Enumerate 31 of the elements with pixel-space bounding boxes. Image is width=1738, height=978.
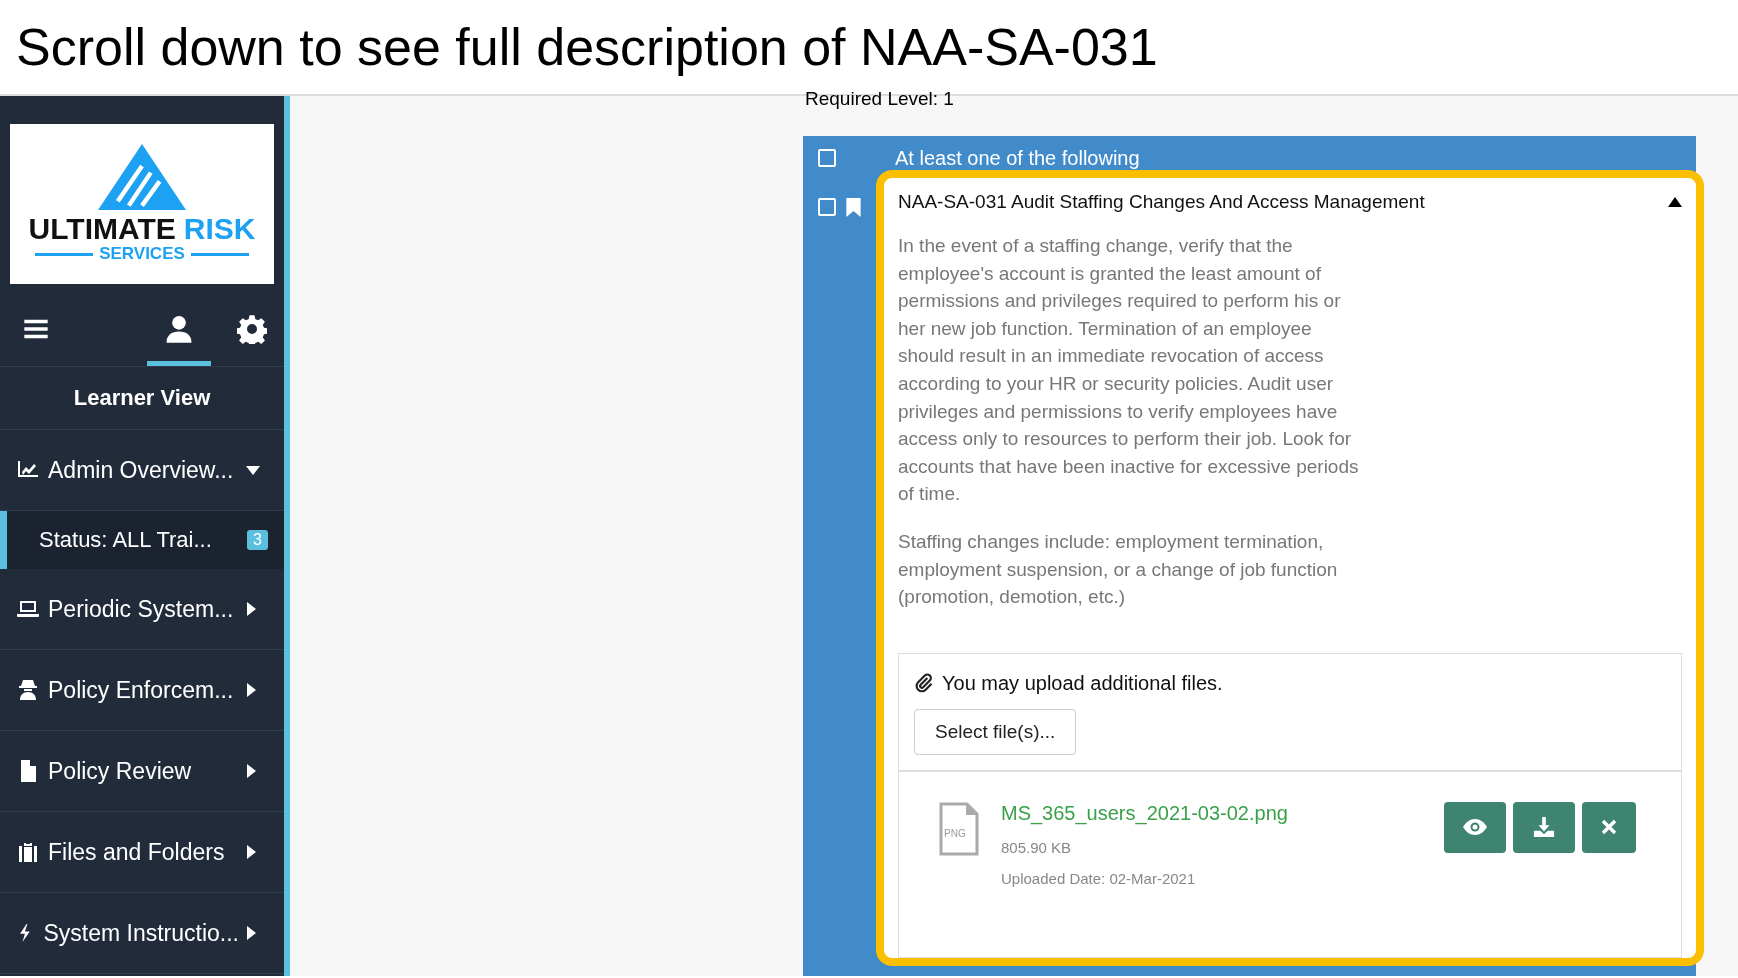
upload-date: Uploaded Date: 02-Mar-2021 — [1001, 869, 1197, 887]
upload-prompt: You may upload additional files. — [942, 671, 1223, 695]
paperclip-icon — [914, 673, 934, 694]
description-paragraph: In the event of a staffing change, verify that the employee's account is granted the least amount of permissions and privileges required to perform his or her new job function. Termination of an employee should result in an immediate revocation of access according to your HR or security policies. Audit user privileges and permissions to verify employees have access only to resources to perform their job. Look for accounts that have been inactive for excessive periods of time. — [898, 234, 1360, 507]
group-label: At least one of the following — [895, 146, 1140, 170]
download-button[interactable] — [1513, 801, 1575, 853]
mountain-logo-icon — [97, 144, 187, 210]
download-icon — [1533, 816, 1555, 839]
eye-icon — [1463, 819, 1487, 836]
count-badge: 3 — [247, 530, 268, 550]
bookmark-icon[interactable] — [846, 198, 861, 217]
file-icon: PNG — [939, 801, 979, 856]
spy-icon — [16, 678, 40, 702]
logo-subtext: SERVICES — [99, 244, 185, 264]
collapse-caret-icon[interactable] — [1668, 197, 1682, 207]
checkbox[interactable] — [818, 149, 836, 167]
file-size: 805.90 KB — [1001, 838, 1073, 856]
requirement-title: NAA-SA-031 Audit Staffing Changes And Access Management — [898, 191, 1425, 213]
select-files-button[interactable]: Select file(s)... — [914, 708, 1077, 755]
page-heading: Scroll down to see full description of NAA-SA-031 — [16, 17, 1158, 77]
logo-text: ULTIMATE — [28, 214, 176, 244]
logo-text: RISK — [183, 214, 256, 244]
checkbox[interactable] — [818, 198, 836, 216]
close-icon — [1601, 819, 1617, 836]
description-paragraph: Staffing changes include: employment termination, employment suspension, or a change of job function (promotion, demotion, etc.) — [898, 529, 1339, 610]
nav-subitem[interactable]: Status: ALL Trai... 3 — [0, 511, 284, 569]
briefcase-icon — [16, 840, 40, 864]
view-button[interactable] — [1444, 801, 1506, 853]
settings-icon — [237, 313, 268, 344]
delete-button[interactable] — [1582, 801, 1636, 853]
user-icon — [164, 313, 194, 344]
